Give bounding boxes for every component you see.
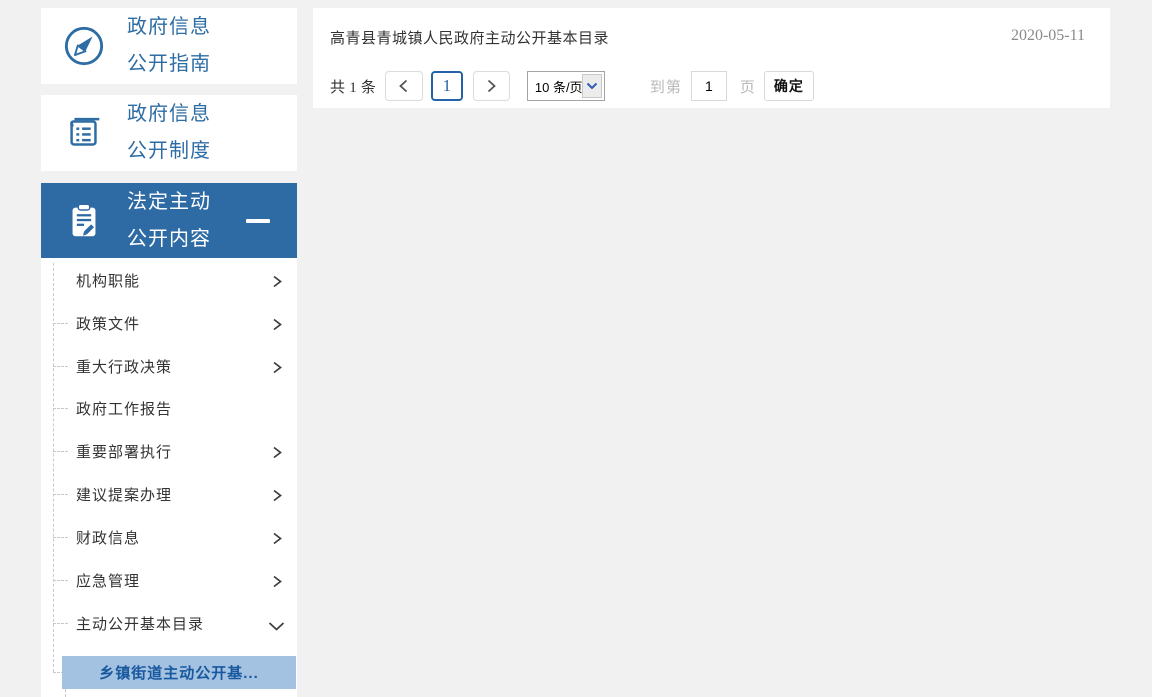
chevron-right-icon [271, 446, 283, 464]
sidebar-item-statutory-disclosure[interactable]: 法定主动 公开内容 [41, 183, 297, 258]
submenu-item[interactable]: 政府工作报告 [41, 387, 297, 430]
goto-page-input[interactable] [690, 71, 727, 101]
chevron-right-icon [271, 575, 283, 593]
compass-icon [63, 25, 105, 67]
submenu-item[interactable]: 主动公开基本目录 [41, 602, 297, 645]
document-date: 2020-05-11 [1010, 27, 1085, 44]
confirm-button[interactable]: 确定 [763, 71, 814, 101]
goto-page-suffix: 页 [739, 78, 755, 96]
chevron-right-icon [271, 532, 283, 550]
submenu-item[interactable]: 重要部署执行 [41, 430, 297, 473]
chevron-right-icon [271, 361, 283, 379]
page-size-select[interactable]: 10 条/页 [526, 71, 605, 101]
select-dropdown-arrow-icon [581, 74, 602, 98]
submenu-item[interactable]: 重大行政决策 [41, 345, 297, 388]
submenu-item[interactable]: 建议提案办理 [41, 473, 297, 516]
submenu-subitem-active[interactable]: 乡镇街道主动公开基... [62, 656, 296, 689]
prev-page-button[interactable] [384, 71, 423, 101]
book-list-icon [63, 112, 105, 154]
submenu-item[interactable]: 机构职能 [41, 259, 297, 302]
sidebar-item-label: 政府信息 公开指南 [127, 16, 211, 75]
document-title-link[interactable]: 高青县青城镇人民政府主动公开基本目录 [330, 27, 609, 48]
clipboard-pencil-icon [63, 200, 105, 242]
sidebar-item-system[interactable]: 政府信息 公开制度 [41, 95, 297, 171]
page-number-button[interactable]: 1 [430, 71, 463, 101]
sidebar-item-guide[interactable]: 政府信息 公开指南 [41, 8, 297, 84]
chevron-right-icon [271, 318, 283, 336]
goto-page-label: 到第 [649, 78, 682, 96]
next-page-button[interactable] [472, 71, 510, 101]
chevron-down-icon [268, 619, 285, 637]
sidebar-item-label: 法定主动 公开内容 [127, 190, 211, 250]
submenu-item[interactable]: 政策文件 [41, 302, 297, 345]
minus-icon[interactable] [246, 219, 270, 223]
submenu-panel: 机构职能 政策文件 重大行政决策 政府工作报告 重要部署执行 建议提案办理 财政… [41, 258, 297, 697]
submenu-item[interactable]: 应急管理 [41, 559, 297, 602]
chevron-right-icon [271, 275, 283, 293]
sidebar-item-label: 政府信息 公开制度 [127, 103, 211, 162]
total-count-label: 共 1 条 [330, 78, 376, 96]
chevron-right-icon [271, 489, 283, 507]
pagination-bar: 共 1 条 1 10 条/页 到第 页 确定 [330, 70, 814, 102]
submenu-item[interactable]: 财政信息 [41, 516, 297, 559]
content-panel: 高青县青城镇人民政府主动公开基本目录 2020-05-11 共 1 条 1 10… [313, 8, 1110, 108]
